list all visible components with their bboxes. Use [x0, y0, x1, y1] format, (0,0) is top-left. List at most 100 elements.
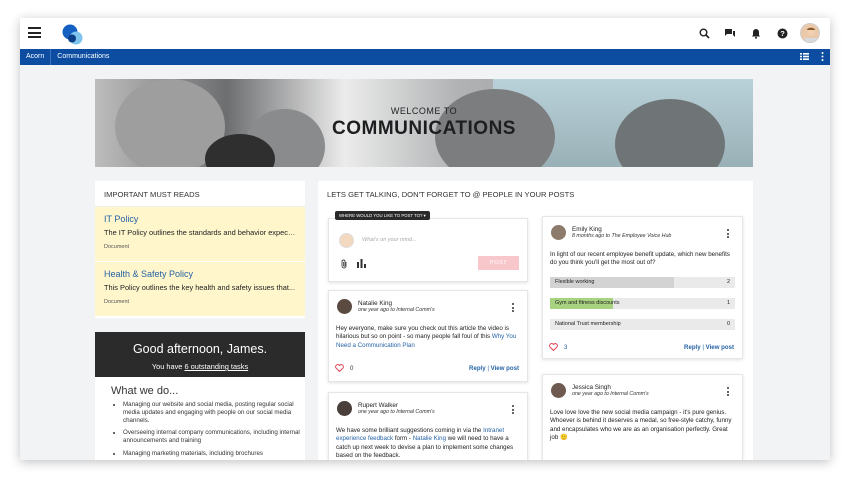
reply-link[interactable]: Reply	[684, 344, 701, 351]
list-item: Managing our website and social media, p…	[123, 401, 305, 424]
post-header: Emily King 8 months ago to The Employee …	[551, 225, 671, 240]
post-body: Hey everyone, make sure you check out th…	[336, 325, 521, 350]
post-card: Jessica Singh one year ago to Internal C…	[542, 374, 743, 460]
list-item: Managing marketing materials, including …	[123, 450, 305, 458]
avatar[interactable]	[551, 225, 566, 240]
greeting-text: You have	[151, 362, 185, 371]
post-time: one year ago to	[358, 409, 397, 415]
post-group[interactable]: Internal Comm's	[396, 409, 434, 415]
post-card: Natalie King one year ago to Internal Co…	[328, 290, 528, 382]
post-author[interactable]: Natalie King	[358, 300, 435, 307]
post-group[interactable]: Internal Comm's	[610, 391, 648, 397]
poll-option-count: 2	[726, 279, 730, 285]
post-author[interactable]: Emily King	[572, 226, 671, 233]
poll-option-count: 0	[726, 321, 730, 327]
must-reads-header: IMPORTANT MUST READS	[95, 181, 305, 207]
bell-icon[interactable]	[748, 25, 764, 41]
must-read-title[interactable]: Health & Safety Policy	[104, 269, 296, 279]
app-window: ? Acorn Communications WELCOME TO COMMUN…	[20, 18, 830, 460]
avatar	[339, 233, 354, 248]
attachment-icon[interactable]	[341, 259, 348, 269]
menu-icon[interactable]	[28, 27, 41, 38]
post-meta: one year ago to Internal Comm's	[358, 307, 435, 313]
greeting-title: Good afternoon, James.	[132, 342, 268, 356]
post-composer: What's on your mind... POST	[328, 218, 528, 282]
post-footer: 0 Reply | View post	[335, 364, 519, 372]
hero-title: COMMUNICATIONS	[332, 118, 516, 139]
avatar[interactable]	[337, 401, 352, 416]
feed-panel: LETS GET TALKING, DON'T FORGET TO @ PEOP…	[318, 181, 753, 460]
must-read-title[interactable]: IT Policy	[104, 214, 296, 224]
what-we-do-title: What we do...	[111, 385, 179, 397]
post-button[interactable]: POST	[478, 256, 519, 270]
must-read-item[interactable]: Health & Safety Policy This Policy outli…	[95, 262, 305, 316]
poll-option-count: 1	[726, 300, 730, 306]
post-group[interactable]: The Employee Voice Hub	[611, 233, 671, 239]
post-footer: 3 Reply | View post	[549, 343, 734, 351]
nav-actions	[800, 52, 824, 61]
post-card: Rupert Walker one year ago to Internal C…	[328, 392, 528, 460]
more-vertical-icon[interactable]	[727, 387, 730, 398]
must-read-item[interactable]: IT Policy The IT Policy outlines the sta…	[95, 207, 305, 261]
post-body: In light of our recent employee benefit …	[550, 251, 730, 267]
post-text: Hey everyone, make sure you check out th…	[336, 325, 509, 341]
post-destination-dropdown[interactable]: WHERE WOULD YOU LIKE TO POST TO? ▾	[335, 211, 430, 220]
more-vertical-icon[interactable]	[512, 303, 515, 314]
reply-link[interactable]: Reply	[469, 365, 486, 372]
heart-icon[interactable]	[335, 364, 344, 372]
view-post-link[interactable]: View post	[491, 365, 519, 372]
outstanding-tasks-link[interactable]: 6 outstanding tasks	[184, 362, 248, 371]
like-count: 3	[564, 343, 568, 351]
post-text: We have some brilliant suggestions comin…	[336, 427, 484, 434]
post-meta: 8 months ago to The Employee Voice Hub	[572, 233, 671, 239]
post-header: Rupert Walker one year ago to Internal C…	[337, 401, 435, 416]
feed-header: LETS GET TALKING, DON'T FORGET TO @ PEOP…	[327, 190, 575, 199]
must-read-desc: The IT Policy outlines the standards and…	[104, 228, 296, 237]
post-meta: one year ago to Internal Comm's	[572, 391, 649, 397]
more-vertical-icon[interactable]	[727, 229, 730, 240]
post-author[interactable]: Rupert Walker	[358, 402, 435, 409]
hero-welcome: WELCOME TO	[390, 106, 458, 116]
post-group[interactable]: Internal Comm's	[396, 307, 434, 313]
top-bar: ?	[20, 18, 830, 49]
greeting-panel: Good afternoon, James. You have 6 outsta…	[95, 332, 305, 377]
poll-icon[interactable]	[357, 259, 366, 268]
poll-option[interactable]: Flexible working 2	[550, 277, 735, 288]
post-body: Love love love the new social media camp…	[550, 409, 732, 442]
hero-banner: WELCOME TO COMMUNICATIONS	[95, 79, 753, 167]
poll-option[interactable]: Gym and fitness discounts 1	[550, 298, 735, 309]
greeting-subtitle: You have 6 outstanding tasks	[95, 362, 305, 371]
post-header: Natalie King one year ago to Internal Co…	[337, 299, 435, 314]
breadcrumb-communications[interactable]: Communications	[51, 49, 115, 65]
post-header: Jessica Singh one year ago to Internal C…	[551, 383, 649, 398]
post-meta: one year ago to Internal Comm's	[358, 409, 435, 415]
user-avatar[interactable]	[800, 23, 820, 43]
avatar[interactable]	[337, 299, 352, 314]
app-logo[interactable]	[61, 23, 85, 45]
must-reads-panel: IMPORTANT MUST READS IT Policy The IT Po…	[95, 181, 305, 318]
poll-option-label: Gym and fitness discounts	[555, 300, 620, 306]
composer-tools	[341, 259, 366, 269]
poll-option[interactable]: National Trust membership 0	[550, 319, 735, 330]
post-text: form -	[393, 435, 413, 443]
top-actions: ?	[696, 23, 820, 43]
avatar[interactable]	[551, 383, 566, 398]
post-body: We have some brilliant suggestions comin…	[336, 427, 524, 460]
chat-icon[interactable]	[722, 25, 738, 41]
svg-text:?: ?	[780, 29, 785, 38]
what-we-do-panel: What we do... Managing our website and s…	[95, 377, 305, 460]
view-post-link[interactable]: View post	[706, 344, 734, 351]
heart-icon[interactable]	[549, 343, 558, 351]
post-time: one year ago to	[572, 391, 611, 397]
help-icon[interactable]: ?	[774, 25, 790, 41]
post-author[interactable]: Jessica Singh	[572, 384, 649, 391]
list-view-icon[interactable]	[800, 53, 809, 60]
breadcrumb-acorn[interactable]: Acorn	[20, 49, 52, 65]
search-icon[interactable]	[696, 25, 712, 41]
more-vertical-icon[interactable]	[512, 405, 515, 416]
composer-input[interactable]: What's on your mind...	[362, 237, 417, 243]
must-read-desc: This Policy outlines the key health and …	[104, 283, 296, 292]
more-vertical-icon[interactable]	[821, 52, 824, 61]
mention-link[interactable]: Natalie King	[413, 435, 446, 442]
list-item: Overseeing internal company communicatio…	[123, 429, 305, 445]
